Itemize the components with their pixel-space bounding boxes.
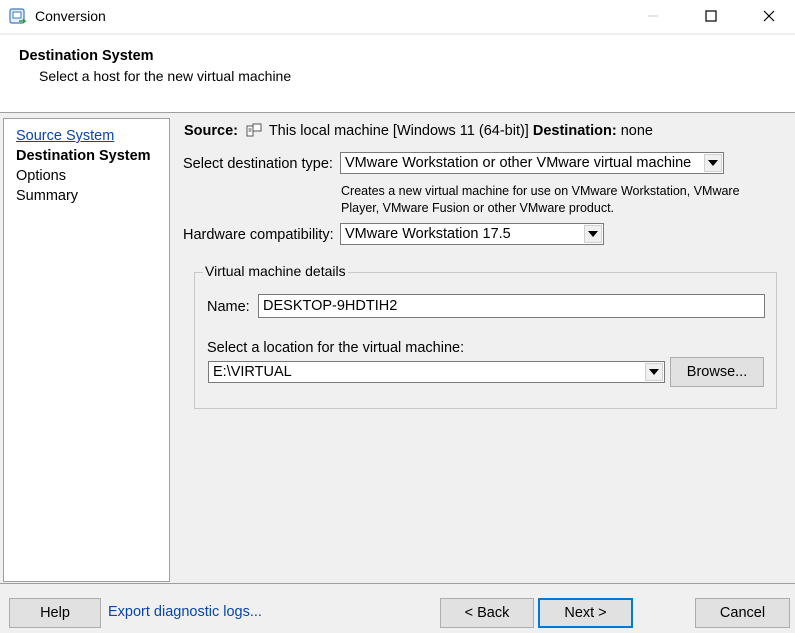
hardware-compatibility-label: Hardware compatibility: xyxy=(183,227,334,243)
minimize-button[interactable] xyxy=(630,0,676,34)
vmware-converter-icon xyxy=(9,8,27,26)
source-label: Source: xyxy=(184,123,238,139)
destination-type-select[interactable]: VMware Workstation or other VMware virtu… xyxy=(340,152,724,174)
destination-type-label: Select destination type: xyxy=(183,156,333,172)
close-icon xyxy=(763,9,775,25)
vm-details-legend: Virtual machine details xyxy=(203,263,348,279)
page-title: Destination System xyxy=(19,48,154,64)
browse-button[interactable]: Browse... xyxy=(670,357,764,387)
source-value: This local machine [Windows 11 (64-bit)] xyxy=(268,123,529,139)
wizard-header: Destination System Select a host for the… xyxy=(0,35,795,113)
source-destination-summary: Source: This local machine [Windows 11 (… xyxy=(184,123,653,141)
destination-value: none xyxy=(620,123,653,139)
chevron-down-icon xyxy=(584,225,602,243)
location-label: Select a location for the virtual machin… xyxy=(207,340,465,356)
main-content: Source: This local machine [Windows 11 (… xyxy=(170,118,795,582)
nav-item-source-system[interactable]: Source System xyxy=(4,126,169,146)
destination-label: Destination: xyxy=(532,123,617,139)
name-label: Name: xyxy=(207,299,250,315)
computer-icon xyxy=(246,123,262,141)
cancel-button[interactable]: Cancel xyxy=(695,598,790,628)
chevron-down-icon xyxy=(704,154,722,172)
nav-item-summary: Summary xyxy=(16,188,79,204)
close-button[interactable] xyxy=(746,0,792,34)
description-line-2: Player, VMware Fusion or other VMware pr… xyxy=(341,201,615,215)
destination-type-description: Creates a new virtual machine for use on… xyxy=(341,183,740,217)
window-title: Conversion xyxy=(35,8,106,24)
location-select[interactable]: E:\VIRTUAL xyxy=(208,361,665,383)
back-button[interactable]: < Back xyxy=(440,598,534,628)
name-field[interactable] xyxy=(258,294,765,318)
description-line-1: Creates a new virtual machine for use on… xyxy=(341,184,740,198)
chevron-down-icon xyxy=(645,363,663,381)
hardware-compatibility-select[interactable]: VMware Workstation 17.5 xyxy=(340,223,604,245)
next-button[interactable]: Next > xyxy=(538,598,633,628)
maximize-icon xyxy=(705,9,717,25)
vm-details-group: Virtual machine details Name: Select a l… xyxy=(194,263,777,409)
nav-item-options: Options xyxy=(16,168,66,184)
page-subtitle: Select a host for the new virtual machin… xyxy=(39,68,292,84)
name-input[interactable] xyxy=(259,295,764,317)
footer-divider xyxy=(0,583,795,584)
minimize-icon xyxy=(647,9,659,25)
wizard-steps-nav: Source System Destination System Options… xyxy=(3,118,170,582)
nav-item-destination-system: Destination System xyxy=(16,148,151,164)
title-bar: Conversion xyxy=(0,0,795,34)
hardware-compatibility-value: VMware Workstation 17.5 xyxy=(345,226,511,242)
destination-type-value: VMware Workstation or other VMware virtu… xyxy=(345,155,692,171)
help-button[interactable]: Help xyxy=(9,598,101,628)
location-value: E:\VIRTUAL xyxy=(213,364,292,380)
maximize-button[interactable] xyxy=(688,0,734,34)
export-diagnostic-logs-link[interactable]: Export diagnostic logs... xyxy=(108,604,262,620)
